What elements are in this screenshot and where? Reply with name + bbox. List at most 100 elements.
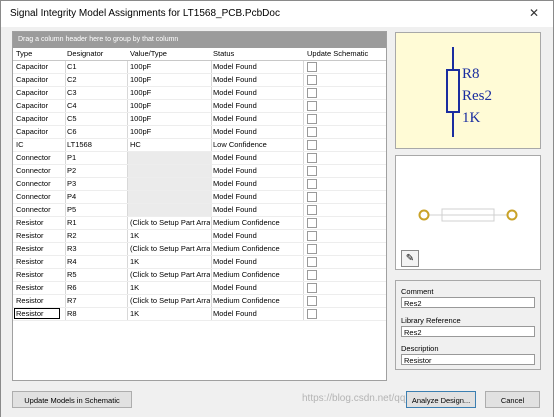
comment-label: Comment (401, 287, 434, 296)
column-divider (127, 243, 128, 255)
table-row[interactable]: Resistor R8 1K Model Found (13, 308, 386, 321)
update-schematic-checkbox[interactable] (307, 75, 317, 85)
cell-value: (Click to Setup Part Array) (130, 244, 210, 253)
cell-status: Medium Confidence (213, 218, 280, 227)
update-schematic-checkbox[interactable] (307, 283, 317, 293)
comment-field[interactable]: Res2 (401, 297, 535, 308)
update-schematic-checkbox[interactable] (307, 231, 317, 241)
empty-value-cell[interactable] (128, 191, 212, 203)
library-reference-field[interactable]: Res2 (401, 326, 535, 337)
column-divider (211, 243, 212, 255)
table-row[interactable]: Capacitor C2 100pF Model Found (13, 74, 386, 87)
close-icon[interactable]: ✕ (529, 6, 539, 20)
table-row[interactable]: Resistor R5 (Click to Setup Part Array) Med… (13, 269, 386, 282)
table-row[interactable]: Resistor R1 (Click to Setup Part Array) Med… (13, 217, 386, 230)
update-schematic-checkbox[interactable] (307, 166, 317, 176)
cell-value: (Click to Setup Part Array) (130, 218, 210, 227)
column-header-value[interactable]: Value/Type (130, 49, 210, 58)
column-divider (65, 165, 66, 177)
column-header-status[interactable]: Status (213, 49, 303, 58)
column-divider (65, 74, 66, 86)
update-schematic-checkbox[interactable] (307, 296, 317, 306)
table-row[interactable]: Resistor R2 1K Model Found (13, 230, 386, 243)
table-row[interactable]: Capacitor C1 100pF Model Found (13, 61, 386, 74)
update-schematic-checkbox[interactable] (307, 218, 317, 228)
table-row[interactable]: Connector P5 Model Found (13, 204, 386, 217)
update-schematic-checkbox[interactable] (307, 140, 317, 150)
empty-value-cell[interactable] (128, 165, 212, 177)
column-divider (303, 139, 304, 151)
update-schematic-checkbox[interactable] (307, 270, 317, 280)
update-schematic-checkbox[interactable] (307, 88, 317, 98)
cell-designator: R3 (67, 244, 77, 253)
update-schematic-checkbox[interactable] (307, 153, 317, 163)
cell-designator: C6 (67, 127, 77, 136)
table-row[interactable]: Connector P1 Model Found (13, 152, 386, 165)
cell-type: IC (16, 140, 24, 149)
update-schematic-checkbox[interactable] (307, 101, 317, 111)
analyze-design-button[interactable]: Analyze Design... (406, 391, 476, 408)
column-divider (127, 230, 128, 242)
update-schematic-checkbox[interactable] (307, 127, 317, 137)
grid-body: Capacitor C1 100pF Model Found Capacitor C2 10… (13, 61, 386, 321)
cell-type: Connector (16, 205, 51, 214)
empty-value-cell[interactable] (128, 152, 212, 164)
empty-value-cell[interactable] (128, 204, 212, 216)
column-divider (211, 282, 212, 294)
table-row[interactable]: Capacitor C3 100pF Model Found (13, 87, 386, 100)
column-divider (65, 308, 66, 320)
table-row[interactable]: Connector P2 Model Found (13, 165, 386, 178)
table-row[interactable]: Resistor R3 (Click to Setup Part Array) Med… (13, 243, 386, 256)
update-schematic-checkbox[interactable] (307, 309, 317, 319)
column-divider (211, 308, 212, 320)
update-schematic-checkbox[interactable] (307, 192, 317, 202)
update-schematic-checkbox[interactable] (307, 179, 317, 189)
library-reference-label: Library Reference (401, 316, 461, 325)
column-divider (127, 256, 128, 268)
update-schematic-checkbox[interactable] (307, 257, 317, 267)
empty-value-cell[interactable] (128, 178, 212, 190)
table-row[interactable]: Resistor R4 1K Model Found (13, 256, 386, 269)
cancel-button[interactable]: Cancel (485, 391, 540, 408)
cell-type: Capacitor (16, 88, 49, 97)
table-row[interactable]: Connector P3 Model Found (13, 178, 386, 191)
column-divider (303, 204, 304, 216)
group-by-area[interactable]: Drag a column header here to group by th… (13, 32, 386, 48)
column-header-type[interactable]: Type (16, 49, 63, 58)
column-header-designator[interactable]: Designator (67, 49, 127, 58)
table-row[interactable]: Capacitor C6 100pF Model Found (13, 126, 386, 139)
table-row[interactable]: Resistor R6 1K Model Found (13, 282, 386, 295)
table-row[interactable]: Capacitor C4 100pF Model Found (13, 100, 386, 113)
description-field[interactable]: Resistor (401, 354, 535, 365)
properties-panel: Comment Res2 Library Reference Res2 Desc… (395, 280, 541, 370)
update-models-button[interactable]: Update Models in Schematic (12, 391, 132, 408)
footprint-graphic (418, 208, 518, 222)
table-row[interactable]: Capacitor C5 100pF Model Found (13, 113, 386, 126)
table-row[interactable]: Resistor R7 (Click to Setup Part Array) Med… (13, 295, 386, 308)
cell-value: 100pF (130, 127, 152, 136)
update-schematic-checkbox[interactable] (307, 62, 317, 72)
column-header-update[interactable]: Update Schematic (307, 49, 368, 58)
cell-value: (Click to Setup Part Array) (130, 296, 210, 305)
column-divider (127, 139, 128, 151)
cell-value: HC (130, 140, 141, 149)
symbol-value: 1K (462, 110, 481, 126)
update-schematic-checkbox[interactable] (307, 114, 317, 124)
table-row[interactable]: IC LT1568 HC Low Confidence (13, 139, 386, 152)
table-row[interactable]: Connector P4 Model Found (13, 191, 386, 204)
update-schematic-checkbox[interactable] (307, 205, 317, 215)
cell-type: Capacitor (16, 114, 49, 123)
cell-status: Model Found (213, 62, 257, 71)
edit-model-icon[interactable]: ✎ (401, 250, 419, 267)
column-divider (127, 61, 128, 73)
column-divider (127, 295, 128, 307)
update-schematic-checkbox[interactable] (307, 244, 317, 254)
model-assignments-dialog: Signal Integrity Model Assignments for L… (0, 0, 554, 417)
column-divider (65, 152, 66, 164)
column-divider (65, 256, 66, 268)
cell-type: Capacitor (16, 62, 49, 71)
description-label: Description (401, 344, 439, 353)
cell-designator: P1 (67, 153, 77, 162)
column-divider (303, 269, 304, 281)
column-divider (303, 308, 304, 320)
